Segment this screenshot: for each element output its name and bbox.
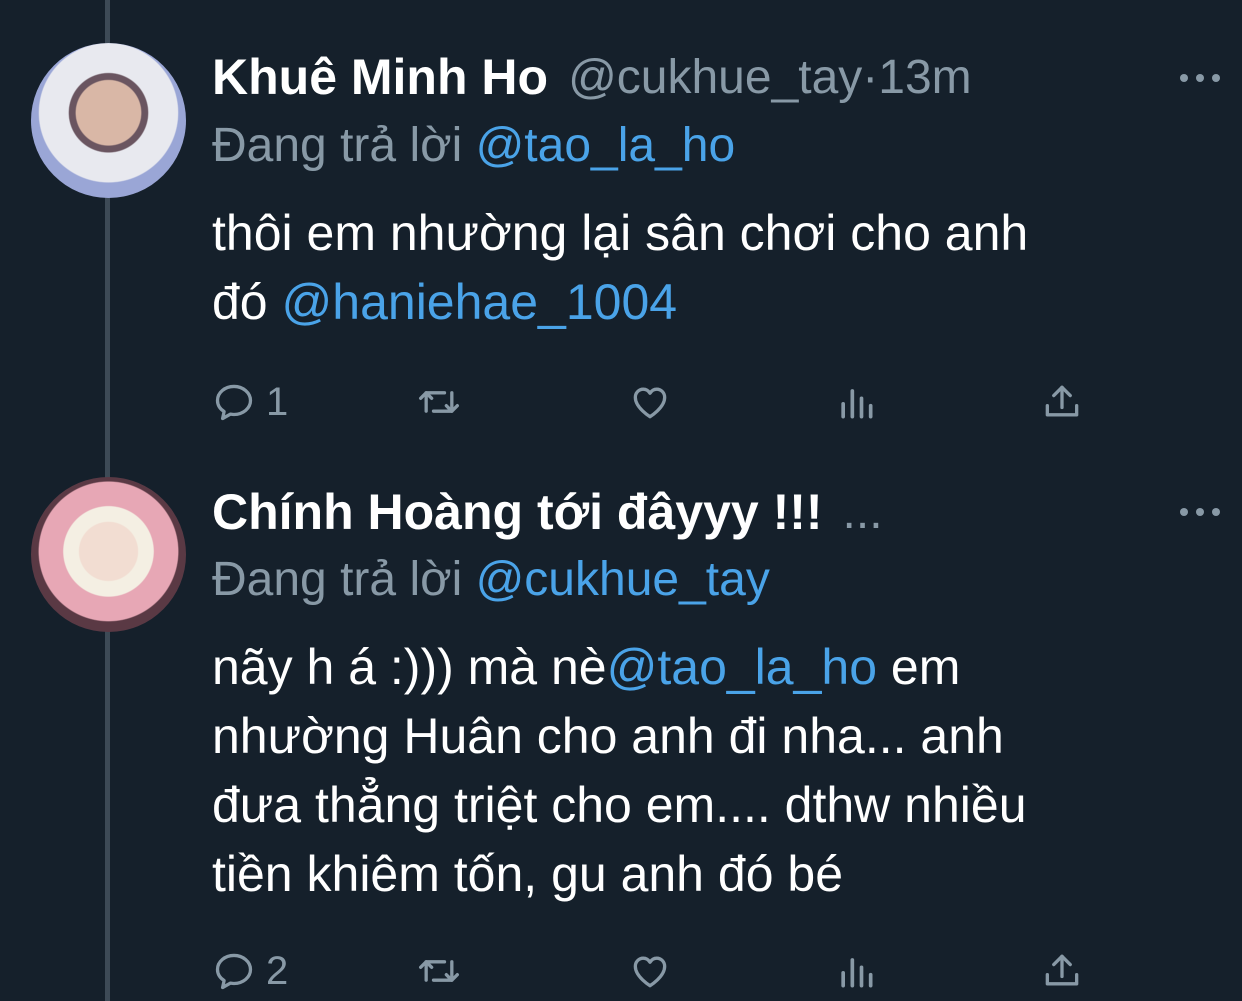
tweet-header: Chính Hoàng tới đâyyy !!! ... [212,477,883,547]
share-button[interactable] [1040,941,1084,1001]
avatar[interactable] [31,477,186,632]
analytics-icon [841,958,873,988]
tweet-text-line: tiền khiêm tốn, gu anh đó bé [212,846,844,902]
replying-to-label: Đang trả lời [212,553,476,606]
mention-link[interactable]: @tao_la_ho [607,639,877,695]
replying-to-mention[interactable]: @cukhue_tay [476,553,770,606]
more-icon[interactable] [1180,506,1220,518]
retweet-icon [419,960,459,982]
share-icon [1045,954,1079,986]
reply-icon [215,953,253,990]
reply-count: 2 [266,948,289,993]
tweet-text-line: đưa thẳng triệt cho em.... dthw nhiều [212,777,1027,833]
tweet-text-line: nãy h á :))) mà nè@tao_la_ho em [212,633,1222,702]
like-icon [633,956,667,988]
tweet-text-line: nhường Huân cho anh đi nha... anh [212,708,1004,764]
username-truncated[interactable]: ... [843,485,883,540]
tweet-text-fragment: nãy h á :))) mà nè [212,639,607,695]
reply-button[interactable]: 2 [212,941,288,1001]
tweet-text: nãy h á :))) mà nè@tao_la_ho em nhường H… [212,633,1222,909]
display-name[interactable]: Chính Hoàng tới đâyyy !!! [212,483,823,541]
retweet-button[interactable] [417,941,461,1001]
analytics-button[interactable] [834,941,878,1001]
tweet-text-fragment: em [877,639,961,695]
action-bar: 2 [212,941,1092,1001]
tweet-2[interactable]: Chính Hoàng tới đâyyy !!! ... Đang trả l… [0,0,1242,1001]
replying-to: Đang trả lời @cukhue_tay [212,552,770,607]
like-button[interactable] [628,941,672,1001]
